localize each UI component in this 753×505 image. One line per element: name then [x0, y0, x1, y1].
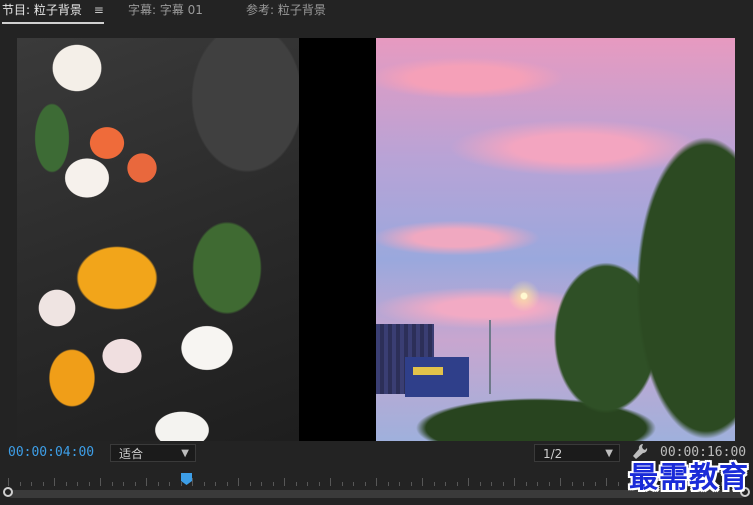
ruler-tick: [548, 482, 550, 486]
ruler-tick: [617, 482, 619, 486]
resolution-value: 1/2: [543, 447, 563, 461]
ruler-tick: [272, 482, 274, 486]
ruler-tick: [157, 482, 159, 486]
tab-label: 节目: 粒子背景: [2, 3, 82, 17]
ruler-tick: [387, 482, 389, 486]
ruler-tick: [341, 482, 343, 486]
current-timecode[interactable]: 00:00:04:00: [8, 445, 94, 460]
ruler-tick: [422, 478, 423, 486]
ruler-tick: [468, 478, 469, 486]
ruler-tick: [65, 482, 67, 486]
tab-label: 字幕: 字幕 01: [128, 3, 203, 17]
ruler-tick: [215, 482, 216, 486]
ruler-tick: [54, 478, 55, 486]
ruler-tick: [192, 478, 193, 486]
ruler-tick: [560, 478, 561, 486]
ruler-tick: [376, 478, 377, 486]
ruler-tick: [42, 482, 44, 486]
ruler-tick: [249, 482, 251, 486]
ruler-tick: [456, 482, 458, 486]
tab-title-monitor[interactable]: 字幕: 字幕 01: [128, 0, 203, 22]
ruler-tick: [583, 482, 584, 486]
ruler-tick: [330, 478, 331, 486]
ruler-tick: [502, 482, 504, 486]
ruler-tick: [203, 482, 205, 486]
ruler-tick: [594, 482, 596, 486]
tab-reference-monitor[interactable]: 参考: 粒子背景: [246, 0, 326, 22]
ruler-tick: [226, 482, 228, 486]
ruler-tick: [295, 482, 297, 486]
street-lamp-image: [489, 320, 491, 394]
ruler-tick: [8, 478, 9, 486]
video-frame-flowers: [17, 38, 299, 441]
ruler-tick: [100, 478, 101, 486]
ruler-tick: [134, 482, 136, 486]
ruler-tick: [410, 482, 412, 486]
playhead-marker[interactable]: [181, 473, 192, 485]
ruler-tick: [571, 482, 573, 486]
ruler-tick: [525, 482, 527, 486]
ruler-tick: [537, 482, 538, 486]
resolution-select[interactable]: 1/2 ▼: [534, 444, 620, 462]
ruler-tick: [433, 482, 435, 486]
zoom-value: 适合: [119, 447, 144, 461]
ruler-tick: [307, 482, 308, 486]
ruler-tick: [169, 482, 170, 486]
ruler-tick: [353, 482, 354, 486]
scrollbar-start-handle[interactable]: [3, 487, 13, 497]
ruler-tick: [364, 482, 366, 486]
program-monitor: 00:00:04:00 适合 ▼ 1/2 ▼ 00:00:16:00 最需教育: [0, 24, 753, 505]
ruler-tick: [146, 478, 147, 486]
tab-program-monitor[interactable]: 节目: 粒子背景 ≡: [2, 0, 104, 24]
ruler-tick: [77, 482, 78, 486]
ruler-tick: [284, 478, 285, 486]
watermark-logo: 最需教育: [629, 460, 750, 494]
building-image: [405, 357, 469, 397]
ruler-tick: [318, 482, 320, 486]
panel-tab-bar: 节目: 粒子背景 ≡ 字幕: 字幕 01 参考: 粒子背景: [0, 0, 753, 24]
hamburger-menu-icon[interactable]: ≡: [94, 0, 104, 20]
ruler-tick: [479, 482, 481, 486]
ruler-tick: [111, 482, 113, 486]
ruler-tick: [399, 482, 400, 486]
chevron-down-icon: ▼: [605, 448, 613, 459]
tab-label: 参考: 粒子背景: [246, 3, 326, 17]
ruler-tick: [31, 482, 32, 486]
ruler-tick: [445, 482, 446, 486]
ruler-tick: [606, 478, 607, 486]
ruler-tick: [491, 482, 492, 486]
zoom-select[interactable]: 适合 ▼: [110, 444, 196, 462]
ruler-tick: [261, 482, 262, 486]
ruler-tick: [19, 482, 21, 486]
ruler-tick: [88, 482, 90, 486]
ruler-tick: [514, 478, 515, 486]
ruler-tick: [238, 478, 239, 486]
chevron-down-icon: ▼: [181, 448, 189, 459]
ruler-tick: [123, 482, 124, 486]
